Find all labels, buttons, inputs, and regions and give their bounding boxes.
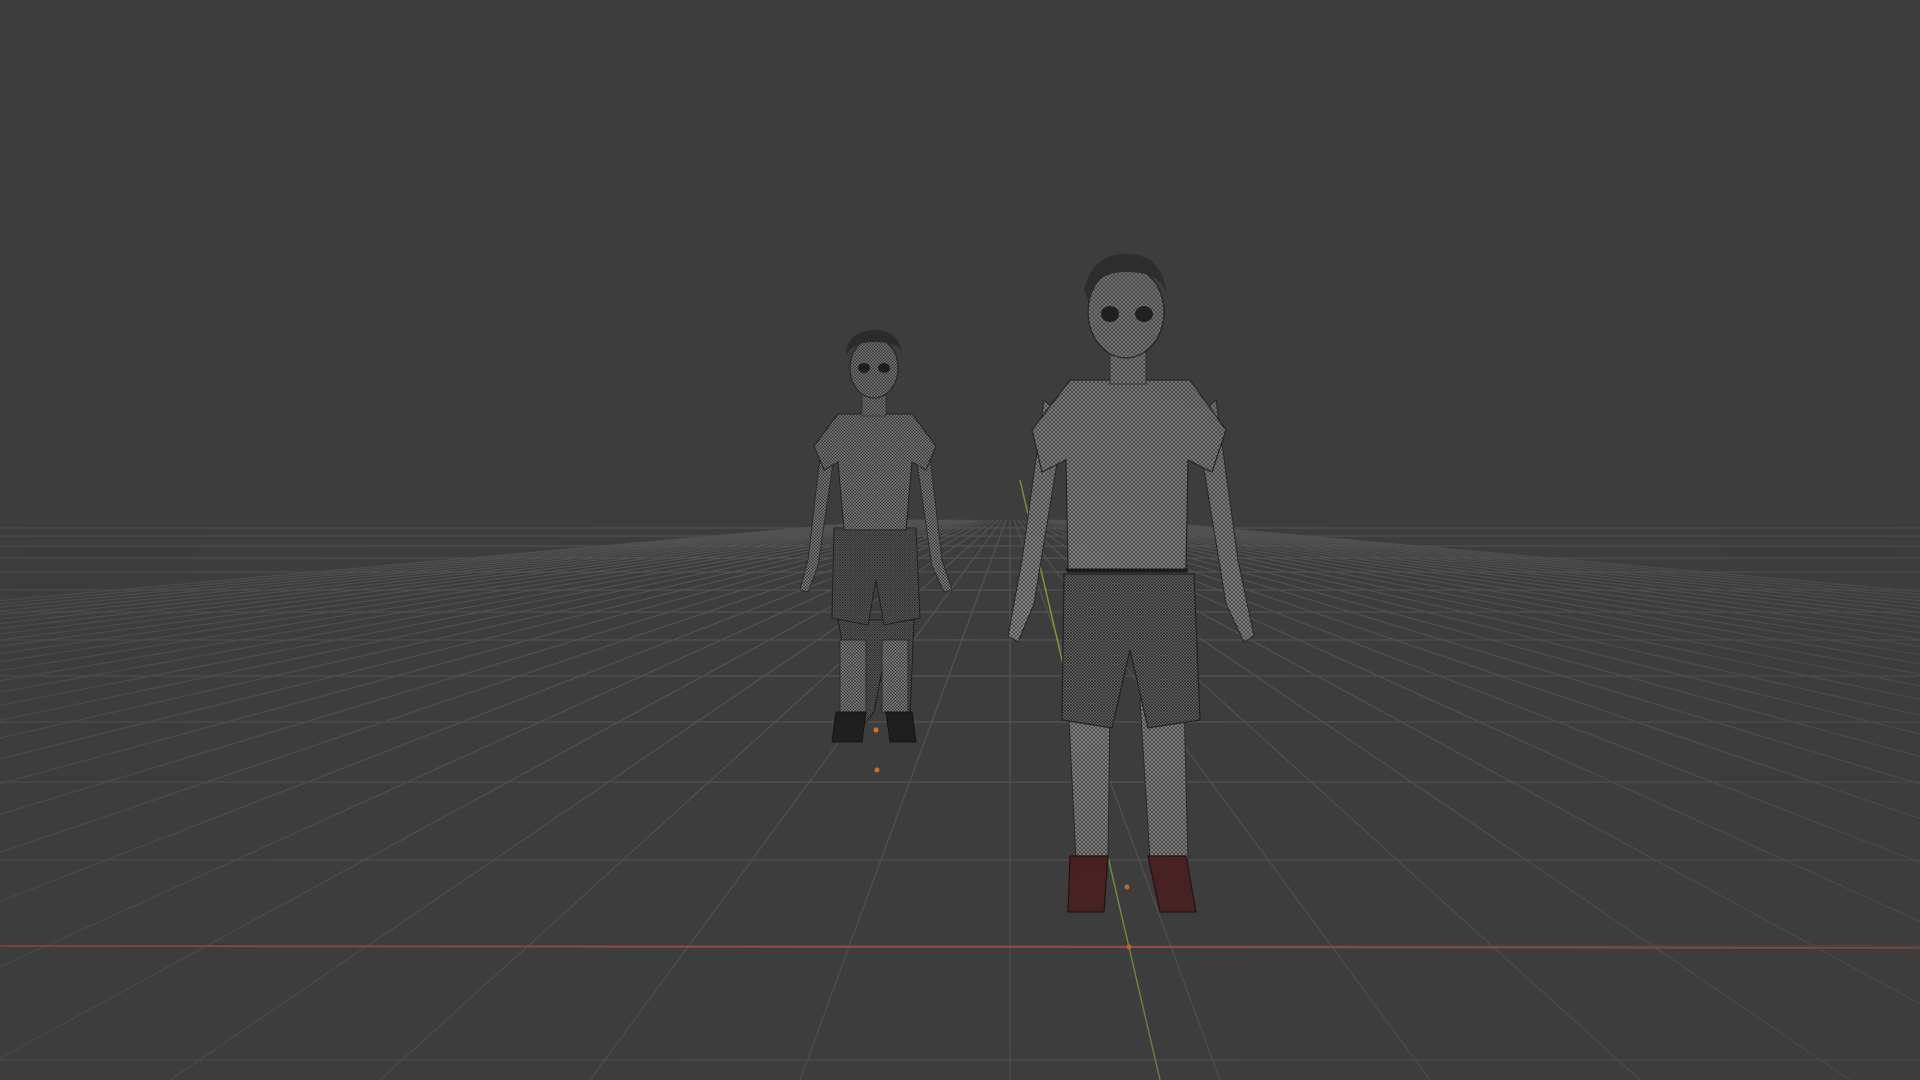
character-near-shoe-left bbox=[1067, 855, 1109, 913]
grid-line bbox=[1093, 519, 1920, 628]
origin-marker[interactable] bbox=[873, 727, 879, 733]
grid-line bbox=[589, 519, 1003, 1080]
grid-line bbox=[1129, 519, 1920, 593]
grid-line bbox=[0, 519, 967, 760]
origin-marker[interactable] bbox=[874, 767, 880, 773]
grid-line bbox=[0, 519, 955, 706]
3d-viewport[interactable] bbox=[0, 0, 1920, 1080]
origin-marker[interactable] bbox=[1126, 944, 1132, 950]
grid-line bbox=[1089, 519, 1920, 634]
viewport-canvas[interactable] bbox=[0, 0, 1920, 1080]
floor-grid bbox=[0, 519, 1920, 1080]
grid-line bbox=[1085, 519, 1920, 640]
grid-line bbox=[0, 519, 959, 721]
grid-line bbox=[0, 519, 963, 739]
origin-marker[interactable] bbox=[1124, 884, 1130, 890]
grid-line bbox=[1097, 519, 1920, 623]
grid-line bbox=[1069, 519, 1920, 675]
character-near[interactable] bbox=[1007, 254, 1255, 913]
